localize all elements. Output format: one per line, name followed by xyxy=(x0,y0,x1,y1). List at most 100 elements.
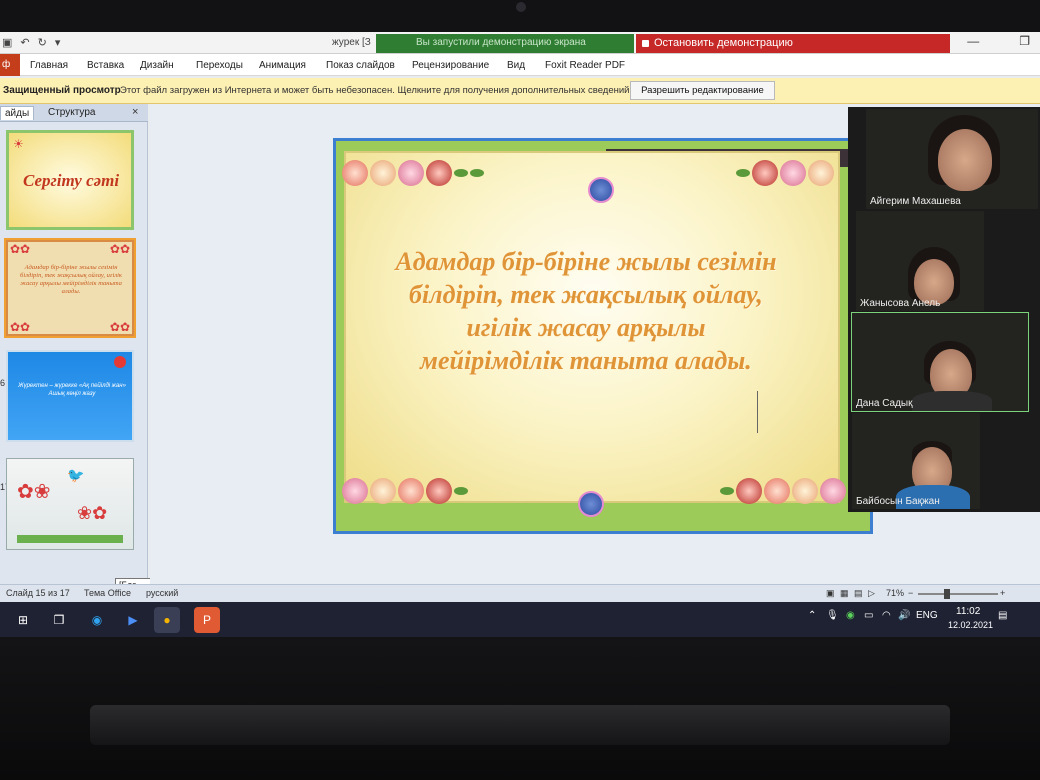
pane-tabs: айды Структура × xyxy=(0,104,148,122)
title-bar: ▣ ↶ ↻ ▾ журек [З Вы запустили демонстрац… xyxy=(0,32,1040,54)
ornament-icon xyxy=(588,177,614,203)
participant-tile-active[interactable]: Дана Садық xyxy=(851,312,1029,412)
tab-design[interactable]: Дизайн xyxy=(140,60,174,71)
rose-icon xyxy=(370,478,396,504)
protected-view-title: Защищенный просмотр xyxy=(3,85,121,96)
flower-garland-bottom-right xyxy=(720,461,846,521)
wifi-icon[interactable]: ◠ xyxy=(882,610,891,621)
slide-text-line: игілік жасау арқылы xyxy=(466,313,706,342)
slide-thumbnail[interactable]: Жүректен – жүрекке «Ақ пейілді жан» Ашық… xyxy=(6,350,134,442)
microphone-icon[interactable]: 🎙 xyxy=(826,610,839,621)
screen: ▣ ↶ ↻ ▾ журек [З Вы запустили демонстрац… xyxy=(0,32,1040,637)
input-language[interactable]: ENG xyxy=(916,610,938,621)
tab-transitions[interactable]: Переходы xyxy=(196,60,243,71)
tab-view[interactable]: Вид xyxy=(507,60,525,71)
laptop-bezel-top xyxy=(0,0,1040,32)
protected-view-message[interactable]: Этот файл загружен из Интернета и может … xyxy=(120,85,632,96)
customize-icon[interactable]: ▾ xyxy=(55,36,61,49)
language-indicator[interactable]: русский xyxy=(146,588,178,598)
leaf-icon xyxy=(736,169,750,177)
slide-text-line: Адамдар бір-біріне жылы сезімін xyxy=(395,247,777,276)
theme-name[interactable]: Тема Office xyxy=(84,588,131,598)
ornament-icon xyxy=(578,491,604,517)
sun-icon: ☀ xyxy=(13,137,24,151)
taskbar: ⊞ ❒ ◉ ▶ ● P ⌃ 🎙 ◉ ▭ ◠ 🔊 ENG 11:02 12.02.… xyxy=(0,602,1040,637)
heart-icon xyxy=(114,356,126,368)
powerpoint-icon[interactable]: P xyxy=(194,607,220,633)
slide-body-text[interactable]: Адамдар бір-біріне жылы сезімін білдіріп… xyxy=(356,245,816,377)
tab-home[interactable]: Главная xyxy=(30,60,68,71)
rose-icon xyxy=(780,160,806,186)
save-icon[interactable]: ▣ xyxy=(2,36,12,49)
zoom-out-icon[interactable]: − xyxy=(908,588,913,598)
enable-editing-button[interactable]: Разрешить редактирование xyxy=(630,81,775,100)
tab-animation[interactable]: Анимация xyxy=(259,60,306,71)
clock-time[interactable]: 11:02 xyxy=(956,606,980,617)
stop-share-label: Остановить демонстрацию xyxy=(654,37,793,49)
thumbnail-caption-bar xyxy=(17,535,123,543)
task-view-icon[interactable]: ❒ xyxy=(46,607,72,633)
tab-review[interactable]: Рецензирование xyxy=(412,60,489,71)
zoom-level[interactable]: 71% xyxy=(886,588,904,598)
flower-icon: ✿✿ xyxy=(109,320,130,334)
rose-icon xyxy=(764,478,790,504)
zoom-tray-icon[interactable]: ◉ xyxy=(846,610,855,621)
slide-background: Адамдар бір-біріне жылы сезімін білдіріп… xyxy=(344,151,840,503)
participant-tile[interactable]: Байбосын Бақжан xyxy=(852,413,980,509)
zoom-app-icon[interactable]: ▶ xyxy=(120,607,146,633)
undo-icon[interactable]: ↶ xyxy=(20,36,29,49)
slide-thumbnail[interactable]: ☀ Сергіту сәті xyxy=(6,130,134,230)
minimize-icon[interactable]: — xyxy=(967,34,979,48)
chrome-icon[interactable]: ● xyxy=(154,607,180,633)
tab-slides[interactable]: айды xyxy=(0,106,35,120)
rose-icon xyxy=(736,478,762,504)
flower-garland-top-right xyxy=(736,143,834,203)
redo-icon[interactable]: ↻ xyxy=(38,36,47,49)
tab-foxit[interactable]: Foxit Reader PDF xyxy=(545,60,625,71)
video-participants-panel: Айгерим Махашева Жанысова Анель Дана Сад… xyxy=(848,107,1040,512)
participant-name: Байбосын Бақжан xyxy=(856,496,940,507)
leaf-icon xyxy=(470,169,484,177)
document-title: журек [З xyxy=(332,37,371,48)
participant-name: Айгерим Махашева xyxy=(870,196,961,207)
file-tab[interactable]: ф xyxy=(0,54,20,76)
participant-tile[interactable]: Жанысова Анель xyxy=(856,211,984,311)
slide-thumbnail[interactable]: ✿❀ 🐦 ❀✿ xyxy=(6,458,134,550)
reading-view-icon[interactable]: ▤ xyxy=(854,588,863,599)
volume-icon[interactable]: 🔊 xyxy=(898,610,910,621)
clock-date[interactable]: 12.02.2021 xyxy=(948,620,993,630)
slideshow-view-icon[interactable]: ▷ xyxy=(868,588,875,599)
leaf-icon xyxy=(720,487,734,495)
flower-icon: ✿✿ xyxy=(109,242,130,256)
participant-name: Жанысова Анель xyxy=(860,298,941,309)
tab-outline[interactable]: Структура xyxy=(44,106,99,120)
battery-icon[interactable]: ▭ xyxy=(864,610,873,621)
thumbnail-text: Жүректен – жүрекке «Ақ пейілді жан» Ашық… xyxy=(18,383,126,397)
rose-icon xyxy=(370,160,396,186)
current-slide[interactable]: Адамдар бір-біріне жылы сезімін білдіріп… xyxy=(333,138,873,534)
participant-tile[interactable]: Айгерим Махашева xyxy=(866,109,1038,209)
rose-icon xyxy=(792,478,818,504)
slide-thumbnail-selected[interactable]: ✿✿ ✿✿ Адамдар бір-біріне жылы сезімін бі… xyxy=(4,238,136,338)
window-controls: — ❐ xyxy=(967,34,1030,48)
edge-browser-icon[interactable]: ◉ xyxy=(84,607,110,633)
protected-view-bar: Защищенный просмотр Этот файл загружен и… xyxy=(0,78,1040,104)
stop-icon xyxy=(642,40,649,47)
restore-icon[interactable]: ❐ xyxy=(1019,34,1030,48)
tray-expand-icon[interactable]: ⌃ xyxy=(808,610,816,621)
normal-view-icon[interactable]: ▣ xyxy=(826,588,835,599)
flower-icon: ❀✿ xyxy=(77,503,108,523)
tab-slideshow[interactable]: Показ слайдов xyxy=(326,60,395,71)
thumbnail-text: Адамдар бір-біріне жылы сезімін білдіріп… xyxy=(20,264,122,295)
participant-name: Дана Садық xyxy=(856,398,913,409)
stop-share-button[interactable]: Остановить демонстрацию xyxy=(636,34,950,53)
zoom-in-icon[interactable]: + xyxy=(1000,588,1005,598)
sorter-view-icon[interactable]: ▦ xyxy=(840,588,849,599)
notifications-icon[interactable]: ▤ xyxy=(998,610,1007,621)
zoom-slider[interactable] xyxy=(918,593,998,595)
close-icon[interactable]: × xyxy=(132,106,138,118)
webcam xyxy=(516,2,526,12)
zoom-slider-handle[interactable] xyxy=(944,589,950,599)
windows-start-icon[interactable]: ⊞ xyxy=(10,607,36,633)
tab-insert[interactable]: Вставка xyxy=(87,60,124,71)
